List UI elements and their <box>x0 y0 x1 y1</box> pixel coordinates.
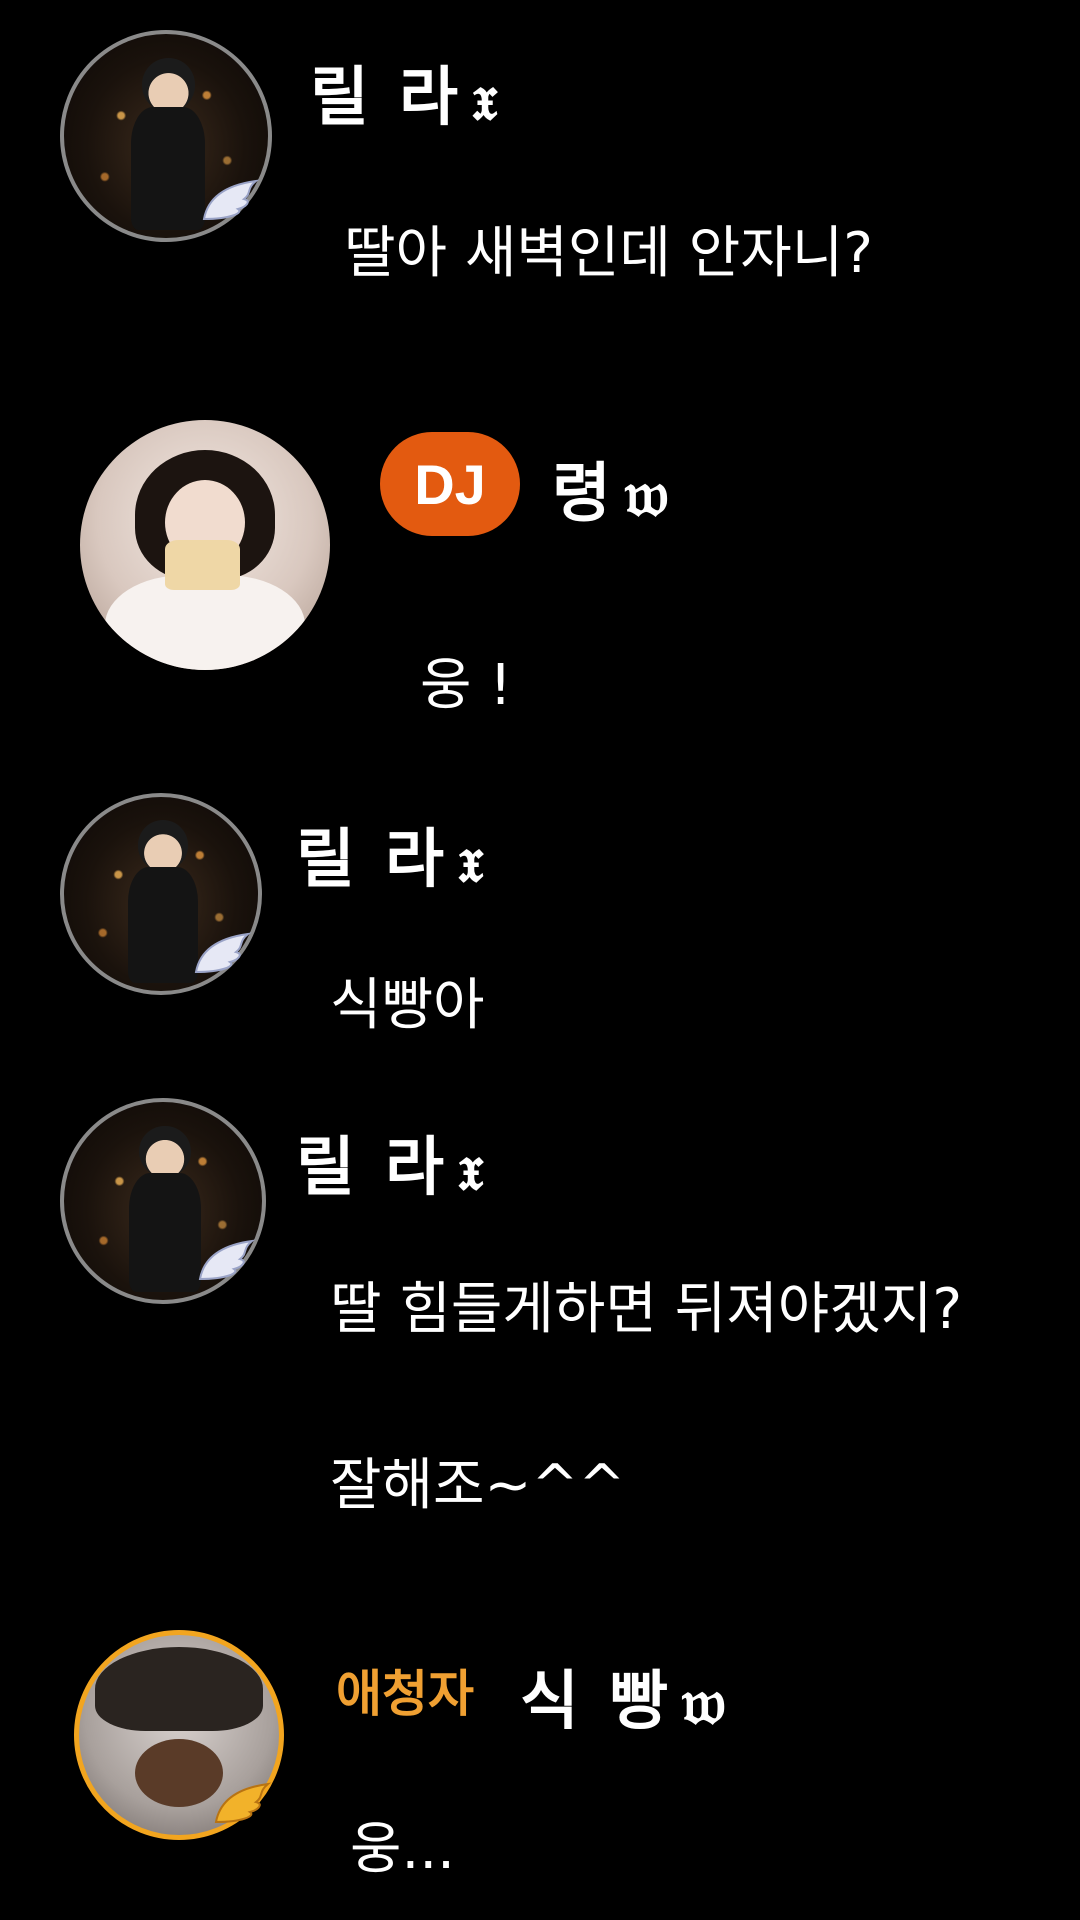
chat-message: 딸 힘들게하면 뒤져야겠지? <box>330 1277 963 1342</box>
wing-icon <box>194 932 252 974</box>
listener-badge: 애청자 <box>336 1665 474 1723</box>
username-text: 릴 라 <box>296 1131 449 1205</box>
chat-message: 웅... <box>350 1817 455 1882</box>
dancer-icon: 𝔵 <box>458 1131 488 1205</box>
username[interactable]: 릴 라𝔵 <box>310 46 502 138</box>
username[interactable]: 식 빵𝔴 <box>520 1650 730 1742</box>
avatar-figure-head <box>137 820 189 871</box>
username-text: 릴 라 <box>310 61 463 135</box>
username[interactable]: 령𝔴 <box>552 442 673 534</box>
dancer-icon: 𝔵 <box>458 823 488 897</box>
ornament-icon: 𝔴 <box>682 1665 730 1739</box>
chat-message: 웅 ! <box>420 653 512 718</box>
avatar-figure-body <box>129 1173 201 1293</box>
avatar-figure-head <box>141 58 195 112</box>
wing-icon <box>214 1782 272 1824</box>
dancer-icon: 𝔵 <box>472 61 502 135</box>
wing-icon <box>202 179 260 221</box>
username[interactable]: 릴 라𝔵 <box>296 1116 488 1208</box>
avatar-figure-body <box>128 866 198 984</box>
username-text: 령 <box>552 457 615 531</box>
username-text: 릴 라 <box>296 823 449 897</box>
avatar-figure-head <box>139 1125 191 1178</box>
avatar[interactable] <box>80 420 330 670</box>
chat-message: 잘해조~^^ <box>330 1453 626 1518</box>
ornament-icon: 𝔴 <box>624 457 673 531</box>
avatar-pet <box>135 1739 223 1807</box>
username[interactable]: 릴 라𝔵 <box>296 808 488 900</box>
avatar-figure-body <box>131 107 205 230</box>
chat-message: 딸아 새벽인데 안자니? <box>344 221 874 286</box>
avatar-bread <box>165 540 240 590</box>
wing-icon <box>198 1239 256 1281</box>
chat-message: 식빵아 <box>330 973 485 1038</box>
username-text: 식 빵 <box>520 1665 673 1739</box>
avatar-hair <box>95 1647 263 1731</box>
dj-badge: DJ <box>380 432 520 536</box>
